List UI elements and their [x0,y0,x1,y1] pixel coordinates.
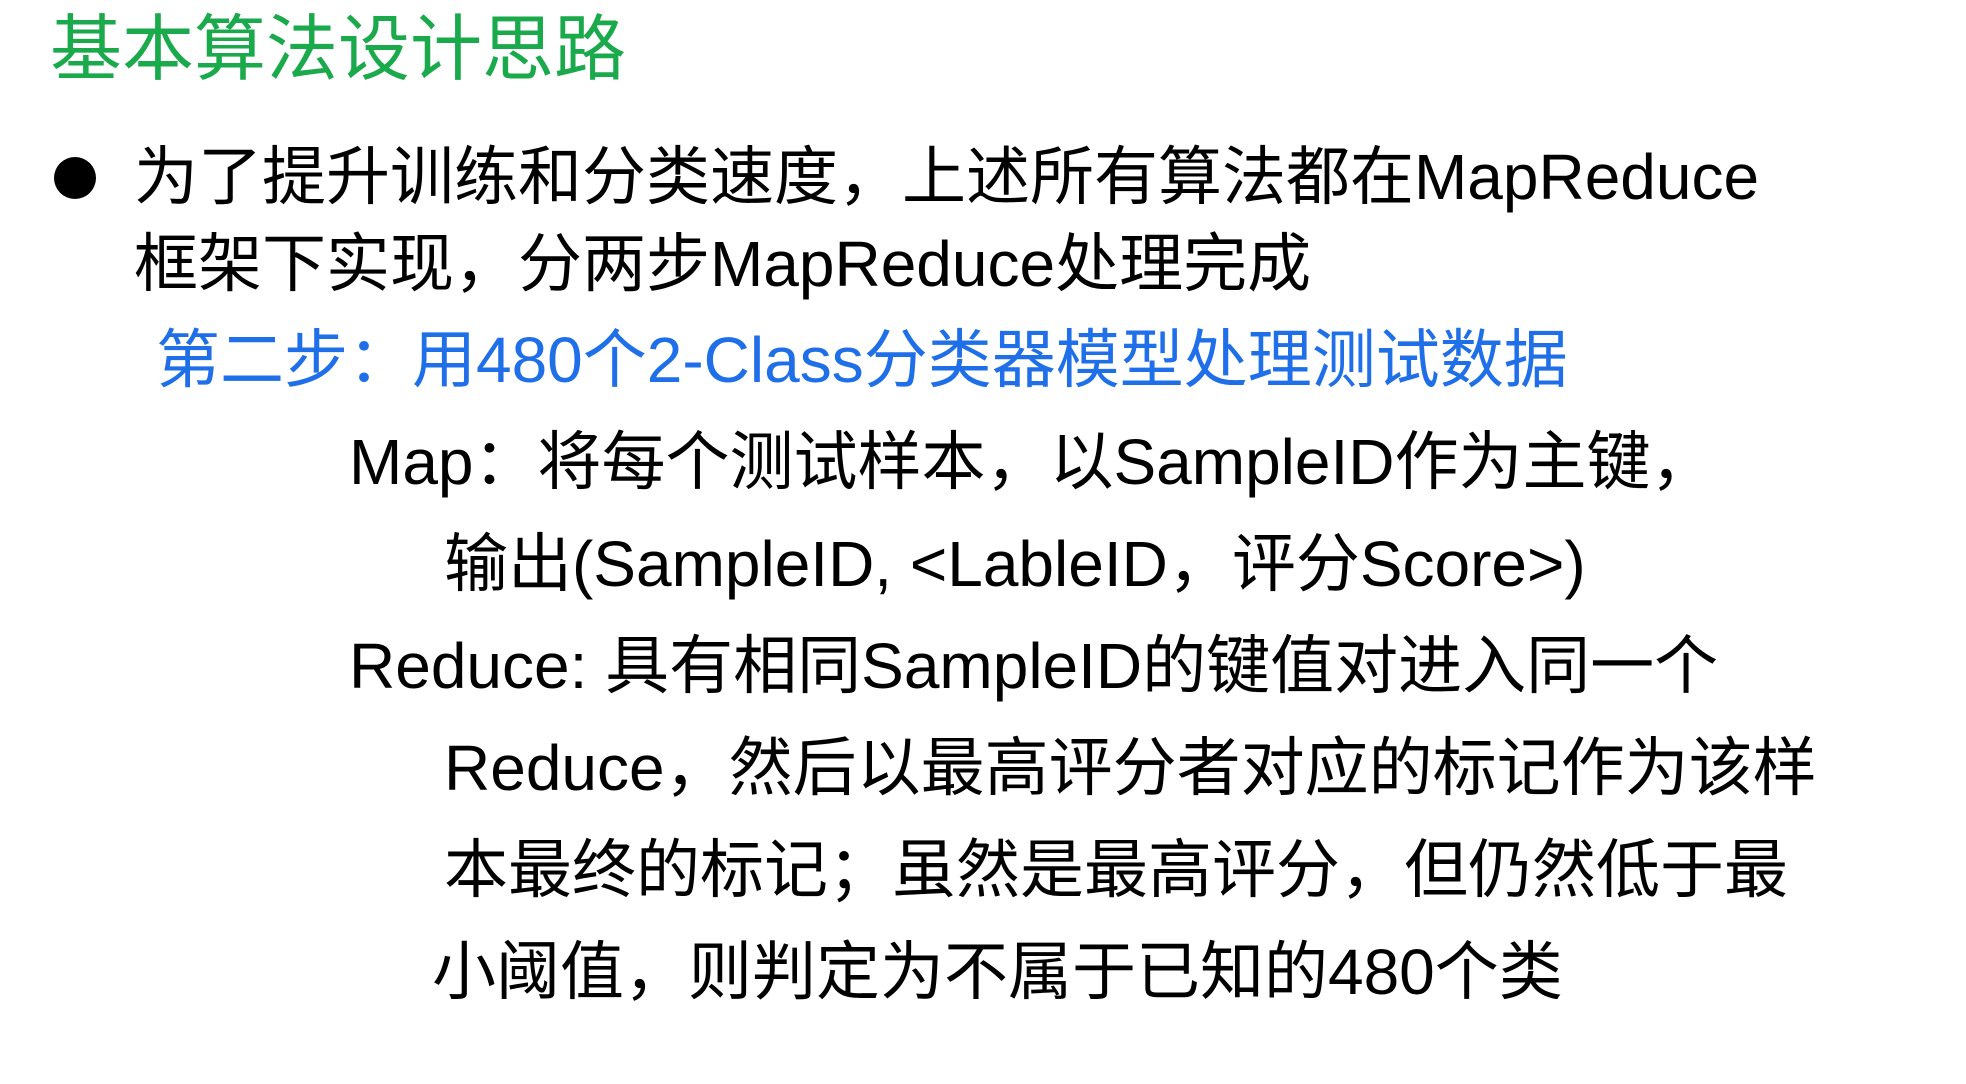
reduce-line-4: 小阈值，则判定为不属于已知的480个类 [432,936,1563,1008]
map-line-2: 输出(SampleID, <LableID，评分Score>) [444,528,1586,600]
map-line-1: Map：将每个测试样本，以SampleID作为主键， [349,426,1715,498]
slide: 基本算法设计思路 为了提升训练和分类速度，上述所有算法都在MapReduce 框… [0,0,1966,1084]
reduce-line-1: Reduce: 具有相同SampleID的键值对进入同一个 [349,630,1719,702]
bullet-line-1: 为了提升训练和分类速度，上述所有算法都在MapReduce [134,141,1760,213]
slide-title: 基本算法设计思路 [50,10,627,90]
bullet-dot [54,157,96,199]
reduce-line-3: 本最终的标记；虽然是最高评分，但仍然低于最 [444,834,1788,906]
bullet-line-2: 框架下实现，分两步MapReduce处理完成 [134,228,1312,300]
reduce-line-2: Reduce，然后以最高评分者对应的标记作为该样 [444,732,1817,804]
step-heading: 第二步：用480个2-Class分类器模型处理测试数据 [156,324,1568,396]
